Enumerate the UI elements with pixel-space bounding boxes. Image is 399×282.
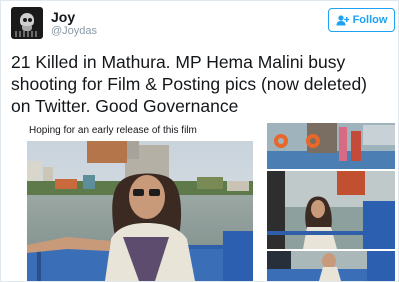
follow-button[interactable]: Follow <box>328 8 395 32</box>
skull-eye-left <box>23 18 27 22</box>
side-photo-3[interactable] <box>267 251 395 281</box>
add-user-icon <box>336 14 349 25</box>
tweet-text-line: shooting for Film & Posting pics (now de… <box>11 74 367 94</box>
follow-button-label: Follow <box>352 14 388 26</box>
author-handle[interactable]: @Joydas <box>51 25 97 37</box>
author-avatar[interactable] <box>11 7 43 39</box>
side-photo-2[interactable] <box>267 171 395 249</box>
skull-eye-right <box>28 18 32 22</box>
author-name[interactable]: Joy <box>51 9 75 25</box>
tweet-card: Joy @Joydas Follow 21 Killed in Mathura.… <box>0 0 399 282</box>
avatar-stripes <box>15 31 39 37</box>
side-photo-1[interactable] <box>267 123 395 169</box>
main-photo[interactable] <box>27 141 253 281</box>
tweet-text-line: 21 Killed in Mathura. MP Hema Malini bus… <box>11 52 346 72</box>
tweet-text: 21 Killed in Mathura. MP Hema Malini bus… <box>11 51 396 117</box>
tweet-text-line: on Twitter. Good Governance <box>11 96 239 116</box>
photo-caption: Hoping for an early release of this film <box>29 125 197 136</box>
